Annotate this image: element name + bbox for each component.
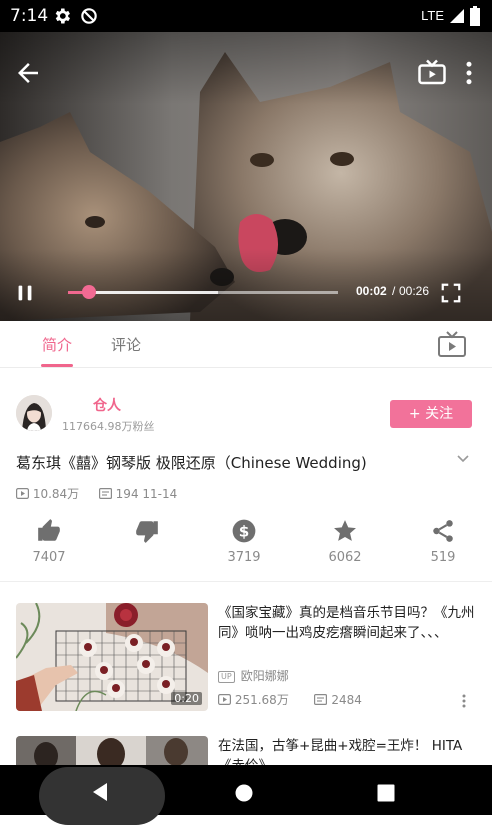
more-vertical-icon[interactable] xyxy=(454,58,484,88)
gear-icon xyxy=(55,8,70,24)
video-duration: 0:20 xyxy=(171,692,202,705)
duration-time: 00:26 xyxy=(399,284,430,298)
danmaku-icon xyxy=(314,694,328,705)
related-stats: 251.68万 2484 xyxy=(218,691,362,708)
up-badge: UP xyxy=(218,671,235,683)
signal-icon xyxy=(450,9,464,23)
network-type: LTE xyxy=(421,8,444,23)
status-bar: 7:14 LTE xyxy=(0,0,492,32)
play-count-icon xyxy=(218,694,231,705)
related-video-item[interactable]: 在法国，古筝+昆曲+戏腔=王炸！ HITA《赤伶》 xyxy=(0,736,492,765)
tab-bar: 简介 评论 xyxy=(0,321,492,368)
danmaku-icon xyxy=(98,488,112,499)
star-icon xyxy=(334,520,356,541)
related-title[interactable]: 在法国，古筝+昆曲+戏腔=王炸！ HITA《赤伶》 xyxy=(218,736,476,765)
intro-panel: 仓人 117664.98万粉丝 + 关注 葛东琪《囍》钢琴版 极限还原（Chin… xyxy=(0,368,492,765)
share-button[interactable]: 519 xyxy=(408,518,478,566)
coin-count: 3719 xyxy=(227,550,261,565)
thumbnail-image xyxy=(16,736,208,765)
related-thumbnail[interactable] xyxy=(16,736,208,765)
video-meta: 10.84万 194 11-14 xyxy=(16,485,177,502)
do-not-disturb-icon xyxy=(81,8,97,24)
dislike-button[interactable] xyxy=(112,518,182,566)
tab-indicator xyxy=(41,364,73,367)
related-title[interactable]: 《国家宝藏》真的是档音乐节目吗？《九州同》唢呐一出鸡皮疙瘩瞬间起来了、、、 xyxy=(218,603,476,643)
related-play-count: 251.68万 xyxy=(234,693,289,707)
nav-recents-icon[interactable] xyxy=(377,784,395,802)
author-name[interactable]: 仓人 xyxy=(93,395,121,415)
action-bar: 7407 $ 3719 6062 519 xyxy=(0,518,492,580)
svg-text:$: $ xyxy=(239,522,250,540)
related-danmaku-count: 2484 xyxy=(331,693,362,707)
related-thumbnail[interactable]: 0:20 xyxy=(16,603,208,711)
divider xyxy=(0,581,492,582)
video-player[interactable]: 00:02 / 00:26 xyxy=(0,32,492,321)
tv-icon[interactable] xyxy=(437,330,467,358)
more-vertical-icon[interactable] xyxy=(461,693,467,709)
author-avatar[interactable] xyxy=(16,395,52,431)
tab-comments[interactable]: 评论 xyxy=(111,334,141,355)
battery-icon xyxy=(470,6,480,26)
progress-thumb[interactable] xyxy=(81,285,96,299)
thumbs-down-icon xyxy=(136,521,158,543)
chevron-down-icon[interactable] xyxy=(456,452,470,466)
related-uploader[interactable]: UP 欧阳娜娜 xyxy=(218,667,289,684)
fullscreen-icon[interactable] xyxy=(440,282,462,304)
like-button[interactable]: 7407 xyxy=(14,518,84,566)
dislike-count xyxy=(112,550,182,566)
uploader-name: 欧阳娜娜 xyxy=(240,669,289,683)
nav-home-icon[interactable] xyxy=(235,784,253,802)
tab-intro[interactable]: 简介 xyxy=(42,334,72,355)
related-video-item[interactable]: 0:20 《国家宝藏》真的是档音乐节目吗？《九州同》唢呐一出鸡皮疙瘩瞬间起来了、… xyxy=(0,603,492,723)
share-count: 519 xyxy=(430,550,456,565)
current-time: 00:02 xyxy=(356,284,387,298)
play-count-icon xyxy=(16,488,29,499)
share-icon xyxy=(433,520,453,542)
favorite-button[interactable]: 6062 xyxy=(310,518,380,566)
pause-icon[interactable] xyxy=(14,282,36,304)
system-nav-bar xyxy=(0,765,492,825)
nav-back-icon[interactable] xyxy=(90,782,110,802)
follow-button[interactable]: + 关注 xyxy=(390,400,472,428)
favorite-count: 6062 xyxy=(328,550,362,565)
back-arrow-icon[interactable] xyxy=(13,58,43,88)
status-time: 7:14 xyxy=(10,6,49,26)
tv-cast-icon[interactable] xyxy=(417,58,447,88)
like-count: 7407 xyxy=(32,550,66,565)
fan-count: 117664.98万粉丝 xyxy=(62,420,155,433)
video-title: 葛东琪《囍》钢琴版 极限还原（Chinese Wedding) xyxy=(16,454,367,472)
coin-button[interactable]: $ 3719 xyxy=(209,518,279,566)
time-separator: / xyxy=(392,284,396,298)
coin-icon: $ xyxy=(232,519,256,543)
thumbs-up-icon xyxy=(38,519,60,541)
avatar-image xyxy=(16,395,52,431)
publish-info: 194 11-14 xyxy=(115,487,178,501)
play-count: 10.84万 xyxy=(32,487,80,501)
